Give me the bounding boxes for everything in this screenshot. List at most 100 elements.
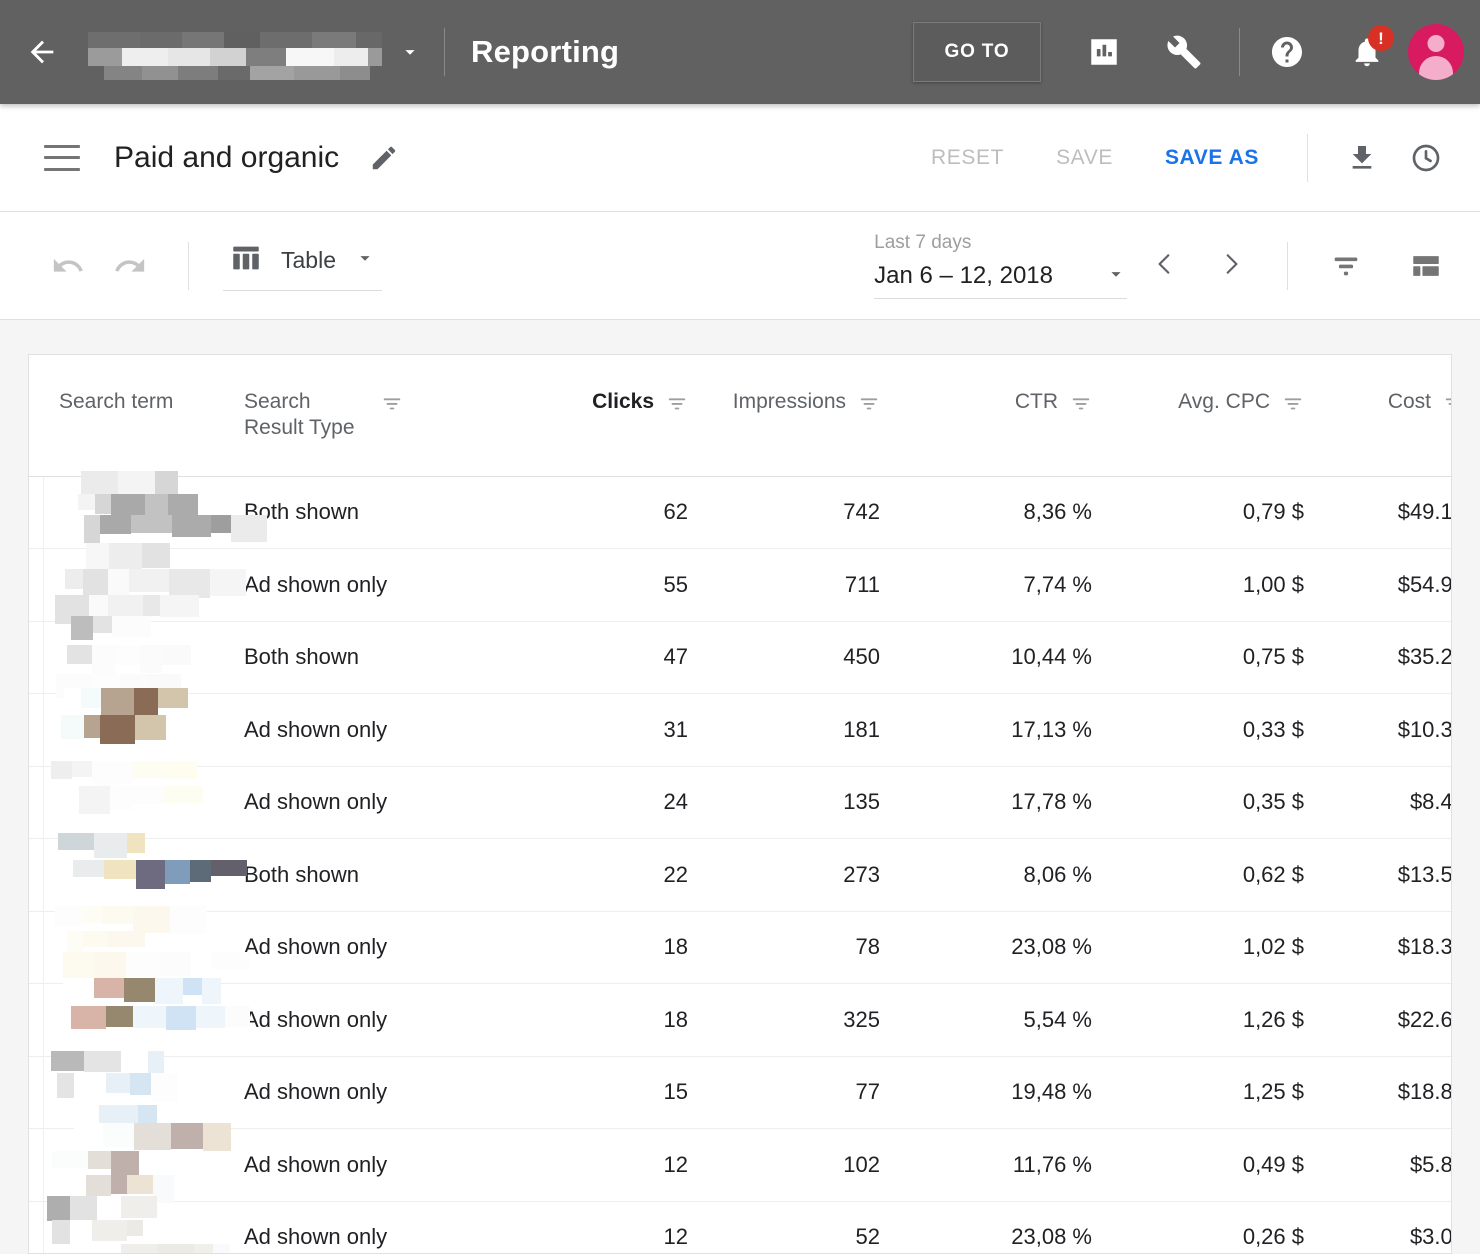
cell-search-result-type: Ad shown only	[244, 548, 536, 622]
cell-search-term[interactable]	[29, 1123, 244, 1203]
cell-search-term[interactable]	[29, 978, 250, 1057]
page-title: Reporting	[471, 34, 620, 69]
table-row[interactable]: Ad shown only2413517,78 %0,35 $$8.43	[29, 760, 1451, 839]
cell-clicks: 18	[536, 911, 688, 984]
reports-bar-chart-icon[interactable]	[1075, 23, 1133, 81]
view-type-selector[interactable]: Table	[223, 241, 382, 291]
cell-ctr: 23,08 %	[880, 911, 1092, 984]
column-header-cost[interactable]: Cost	[1304, 355, 1451, 477]
report-content-area: Search term Search Result Type Clicks Im…	[0, 320, 1480, 1254]
cell-ctr: 10,44 %	[880, 621, 1092, 694]
column-header-search-result-type[interactable]: Search Result Type	[244, 355, 536, 477]
pencil-edit-icon[interactable]	[367, 141, 401, 175]
avatar[interactable]	[1408, 24, 1464, 80]
cell-search-term[interactable]	[29, 905, 250, 984]
tools-wrench-icon[interactable]	[1155, 23, 1213, 81]
table-header-row: Search term Search Result Type Clicks Im…	[29, 355, 1451, 477]
column-header-impressions[interactable]: Impressions	[688, 355, 880, 477]
search-term-redacted	[29, 833, 247, 911]
history-clock-icon[interactable]	[1400, 132, 1452, 184]
search-term-redacted	[29, 1123, 244, 1203]
view-type-label: Table	[281, 246, 336, 273]
report-table: Search term Search Result Type Clicks Im…	[29, 355, 1451, 1253]
cell-search-result-type: Ad shown only	[244, 766, 536, 839]
date-chevron-down-icon[interactable]	[1105, 263, 1127, 290]
cell-cost: $18.31	[1304, 911, 1451, 984]
table-row[interactable]: Ad shown only187823,08 %1,02 $$18.31	[29, 905, 1451, 984]
column-filter-icon[interactable]	[1070, 392, 1092, 420]
save-as-button[interactable]: SAVE AS	[1139, 146, 1285, 170]
cell-search-result-type: Ad shown only	[244, 1056, 536, 1129]
cell-impressions: 77	[688, 1056, 880, 1129]
table-row[interactable]: Both shown627428,36 %0,79 $$49.17	[29, 470, 1451, 549]
hamburger-menu-icon[interactable]	[44, 144, 80, 171]
cell-cost: $8.43	[1304, 766, 1451, 839]
cell-impressions: 102	[688, 1128, 880, 1202]
save-button[interactable]: SAVE	[1030, 146, 1139, 170]
filter-icon[interactable]	[1320, 240, 1372, 292]
search-term-redacted	[29, 543, 246, 624]
column-filter-icon[interactable]	[1443, 392, 1451, 420]
reset-button[interactable]: RESET	[905, 146, 1030, 170]
cell-avg-cpc: 1,00 $	[1092, 548, 1304, 622]
cell-search-term[interactable]	[29, 615, 244, 703]
column-header-search-term[interactable]: Search term	[29, 355, 244, 477]
column-label: Clicks	[592, 390, 654, 413]
cell-clicks: 47	[536, 621, 688, 694]
table-row[interactable]: Ad shown only1210211,76 %0,49 $$5.86	[29, 1123, 1451, 1203]
cell-cost: $5.86	[1304, 1128, 1451, 1202]
cell-search-term[interactable]	[29, 1195, 244, 1253]
cell-search-term[interactable]	[29, 833, 247, 912]
table-row[interactable]: Ad shown only557117,74 %1,00 $$54.96	[29, 543, 1451, 624]
undo-icon[interactable]	[44, 242, 92, 290]
cell-impressions: 181	[688, 693, 880, 767]
cell-search-result-type: Both shown	[244, 838, 536, 912]
table-row[interactable]: Ad shown only 12 52 23,08 % 0,26 $ $3.06	[29, 1195, 1451, 1253]
column-header-avg-cpc[interactable]: Avg. CPC	[1092, 355, 1304, 477]
download-icon[interactable]	[1336, 132, 1388, 184]
table-row[interactable]: Ad shown only157719,48 %1,25 $$18.82	[29, 1050, 1451, 1134]
cell-avg-cpc: 0,35 $	[1092, 766, 1304, 839]
account-selector[interactable]	[82, 24, 428, 80]
search-term-redacted	[29, 760, 244, 838]
column-filter-icon[interactable]	[666, 392, 688, 420]
column-filter-icon[interactable]	[858, 392, 880, 420]
column-label: Avg. CPC	[1178, 390, 1270, 413]
cell-search-term[interactable]	[29, 1050, 244, 1134]
cell-cost: $49.17	[1304, 476, 1451, 549]
header-divider	[444, 28, 445, 76]
help-icon[interactable]	[1258, 23, 1316, 81]
column-header-clicks[interactable]: Clicks	[536, 355, 688, 477]
cell-impressions: 742	[688, 476, 880, 549]
column-filter-icon[interactable]	[381, 392, 403, 420]
cell-search-term[interactable]	[29, 688, 244, 767]
cell-impressions: 711	[688, 548, 880, 622]
go-to-button[interactable]: GO TO	[913, 22, 1041, 82]
search-term-redacted	[29, 1050, 244, 1134]
split-layout-icon[interactable]	[1400, 240, 1452, 292]
table-row[interactable]: Both shown222738,06 %0,62 $$13.56	[29, 833, 1451, 912]
report-title-bar: Paid and organic RESET SAVE SAVE AS	[0, 104, 1480, 212]
table-body: Both shown627428,36 %0,79 $$49.17Ad show…	[29, 470, 1451, 1253]
cell-cost: $22.64	[1304, 983, 1451, 1057]
table-row[interactable]: Ad shown only183255,54 %1,26 $$22.64	[29, 978, 1451, 1057]
column-filter-icon[interactable]	[1282, 392, 1304, 420]
table-row[interactable]: Ad shown only3118117,13 %0,33 $$10.37	[29, 688, 1451, 767]
cell-search-term[interactable]	[29, 470, 267, 549]
date-range-selector[interactable]: Last 7 days Jan 6 – 12, 2018	[874, 232, 1127, 299]
cell-avg-cpc: 0,79 $	[1092, 476, 1304, 549]
next-period-button[interactable]	[1207, 240, 1255, 288]
table-row[interactable]: Both shown4745010,44 %0,75 $$35.28	[29, 615, 1451, 703]
cell-search-result-type: Ad shown only	[244, 693, 536, 767]
cell-avg-cpc: 1,26 $	[1092, 983, 1304, 1057]
notifications-bell-icon[interactable]: !	[1338, 23, 1396, 81]
cell-search-term[interactable]	[29, 543, 246, 624]
cell-search-term[interactable]	[29, 760, 244, 839]
previous-period-button[interactable]	[1141, 240, 1189, 288]
cell-impressions: 52	[855, 1224, 880, 1250]
cell-clicks: 15	[536, 1056, 688, 1129]
account-chevron-down-icon[interactable]	[392, 34, 428, 70]
column-header-ctr[interactable]: CTR	[880, 355, 1092, 477]
redo-icon[interactable]	[106, 242, 154, 290]
back-arrow-icon[interactable]	[14, 24, 70, 80]
